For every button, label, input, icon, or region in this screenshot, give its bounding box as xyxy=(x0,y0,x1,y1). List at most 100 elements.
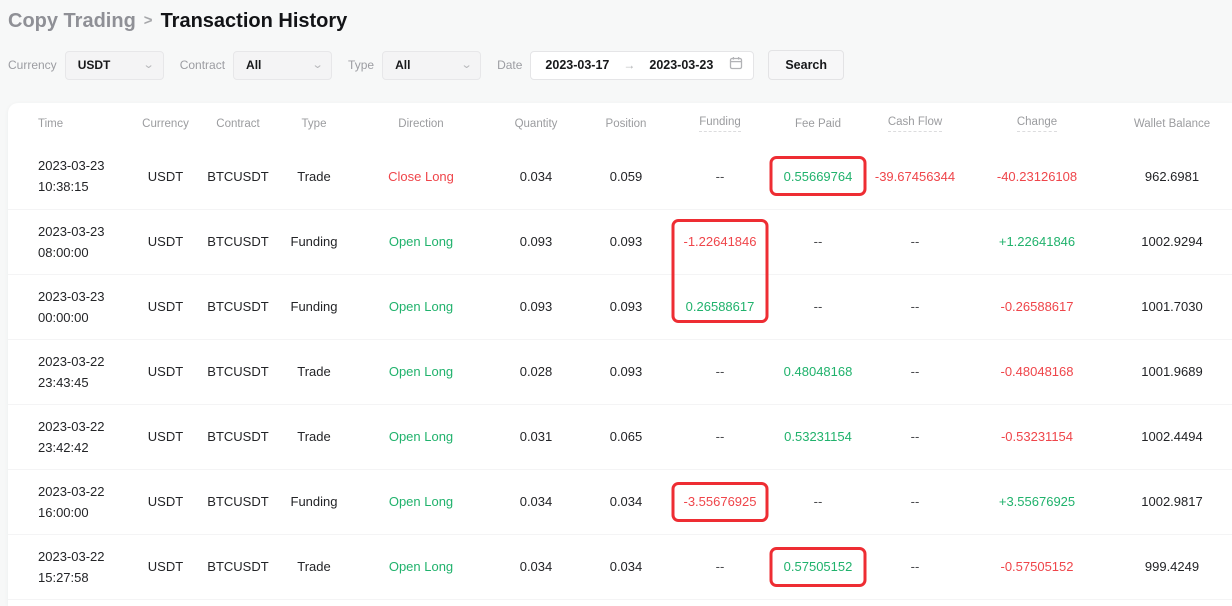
breadcrumb-parent-link[interactable]: Copy Trading xyxy=(8,10,136,33)
cell-wallet_balance: 962.6981 xyxy=(1112,144,1232,209)
type-filter-label: Type xyxy=(348,58,374,72)
cell-value: 0.034 xyxy=(610,559,643,574)
breadcrumb-separator-icon: > xyxy=(144,12,153,29)
cell-fee_paid: -- xyxy=(768,274,868,339)
cell-value: -0.26588617 xyxy=(1000,299,1073,314)
cell-currency: USDT xyxy=(133,469,198,534)
cell-change: -0.53231154 xyxy=(962,404,1112,469)
cell-value: 0.53231154 xyxy=(784,429,852,444)
date-to-value[interactable]: 2023-03-23 xyxy=(649,58,713,72)
cell-type: Funding xyxy=(278,209,350,274)
transaction-date: 2023-03-22 xyxy=(38,481,133,502)
cell-contract: BTCUSDT xyxy=(198,144,278,209)
cell-wallet_balance: 1002.9817 xyxy=(1112,469,1232,534)
contract-dropdown[interactable]: All ⌄ xyxy=(233,51,332,80)
cell-currency: USDT xyxy=(133,404,198,469)
cell-direction: Close Long xyxy=(350,144,492,209)
chevron-down-icon: ⌄ xyxy=(311,60,323,71)
cell-value: Open Long xyxy=(389,559,453,574)
transaction-time: 00:00:00 xyxy=(38,307,133,328)
cell-value: BTCUSDT xyxy=(207,234,268,249)
cell-contract: BTCUSDT xyxy=(198,404,278,469)
column-header-label: Fee Paid xyxy=(795,118,841,130)
cell-quantity: 0.093 xyxy=(492,274,580,339)
date-filter-label: Date xyxy=(497,58,522,72)
cell-funding: -3.55676925 xyxy=(672,469,768,534)
cell-value: 0.034 xyxy=(520,559,553,574)
cell-quantity: 0.093 xyxy=(492,209,580,274)
cell-value: -- xyxy=(911,299,920,314)
type-dropdown[interactable]: All ⌄ xyxy=(382,51,481,80)
column-header-label: Contract xyxy=(216,118,259,130)
column-header-cash-flow: Cash Flow xyxy=(868,103,962,144)
cell-position: 0.059 xyxy=(580,144,672,209)
cell-position: 0.093 xyxy=(580,339,672,404)
cell-fee_paid: 0.57505152 xyxy=(768,534,868,599)
cell-position: 0.065 xyxy=(580,404,672,469)
cell-type: Trade xyxy=(278,339,350,404)
cell-value: -39.67456344 xyxy=(875,169,955,184)
cell-value: 0.034 xyxy=(520,169,553,184)
cell-value: Trade xyxy=(297,429,330,444)
column-header-label: Type xyxy=(302,118,327,130)
cell-value: -40.23126108 xyxy=(997,169,1077,184)
cell-change: -0.57505152 xyxy=(962,534,1112,599)
cell-value: -1.22641846 xyxy=(683,234,756,249)
cell-value: -- xyxy=(814,299,823,314)
date-range-picker[interactable]: 2023-03-17 → 2023-03-23 xyxy=(530,51,754,80)
transaction-time: 15:27:58 xyxy=(38,567,133,588)
cell-direction: Open Long xyxy=(350,339,492,404)
date-from-value[interactable]: 2023-03-17 xyxy=(545,58,609,72)
cell-wallet_balance: 1001.9689 xyxy=(1112,339,1232,404)
cell-currency: USDT xyxy=(133,534,198,599)
search-button[interactable]: Search xyxy=(768,50,844,80)
cell-position: 0.093 xyxy=(580,274,672,339)
cell-cash_flow: -- xyxy=(868,469,962,534)
column-header-label: Wallet Balance xyxy=(1134,118,1210,130)
column-header-label: Position xyxy=(606,118,647,130)
cell-funding: -- xyxy=(672,144,768,209)
column-header-funding: Funding xyxy=(672,103,768,144)
cell-fee_paid: -- xyxy=(768,209,868,274)
cell-fee_paid: -- xyxy=(768,469,868,534)
column-header-time: Time xyxy=(8,103,133,144)
cell-contract: BTCUSDT xyxy=(198,469,278,534)
chevron-down-icon: ⌄ xyxy=(143,60,155,71)
cell-fee_paid: 0.53231154 xyxy=(768,404,868,469)
cell-time: 2023-03-2216:00:00 xyxy=(8,469,133,534)
cell-value: 1001.7030 xyxy=(1141,299,1202,314)
cell-funding: -- xyxy=(672,339,768,404)
cell-value: 1002.9294 xyxy=(1141,234,1202,249)
cell-value: -0.48048168 xyxy=(1000,364,1073,379)
cell-value: 0.093 xyxy=(610,364,643,379)
cell-value: 0.48048168 xyxy=(784,364,853,379)
cell-value: -- xyxy=(716,429,725,444)
cell-quantity: 0.031 xyxy=(492,404,580,469)
currency-filter-label: Currency xyxy=(8,58,57,72)
cell-value: USDT xyxy=(148,494,183,509)
calendar-icon[interactable] xyxy=(729,56,743,75)
cell-currency: USDT xyxy=(133,274,198,339)
cell-cash_flow: -39.67456344 xyxy=(868,144,962,209)
column-header-direction: Direction xyxy=(350,103,492,144)
cell-wallet_balance: 1002.4494 xyxy=(1112,404,1232,469)
transaction-time: 10:38:15 xyxy=(38,176,133,197)
column-header-label: Quantity xyxy=(515,118,558,130)
cell-position: 0.034 xyxy=(580,534,672,599)
cell-value: 0.028 xyxy=(520,364,553,379)
cell-value: BTCUSDT xyxy=(207,364,268,379)
cell-value: BTCUSDT xyxy=(207,169,268,184)
transaction-date: 2023-03-23 xyxy=(38,221,133,242)
cell-quantity: 0.034 xyxy=(492,534,580,599)
cell-value: USDT xyxy=(148,169,183,184)
cell-direction: Open Long xyxy=(350,274,492,339)
cell-value: BTCUSDT xyxy=(207,299,268,314)
column-header-type: Type xyxy=(278,103,350,144)
cell-type: Trade xyxy=(278,404,350,469)
cell-currency: USDT xyxy=(133,339,198,404)
cell-value: Funding xyxy=(291,234,338,249)
cell-funding: -- xyxy=(672,404,768,469)
cell-value: -- xyxy=(814,494,823,509)
currency-dropdown[interactable]: USDT ⌄ xyxy=(65,51,164,80)
column-header-fee-paid: Fee Paid xyxy=(768,103,868,144)
